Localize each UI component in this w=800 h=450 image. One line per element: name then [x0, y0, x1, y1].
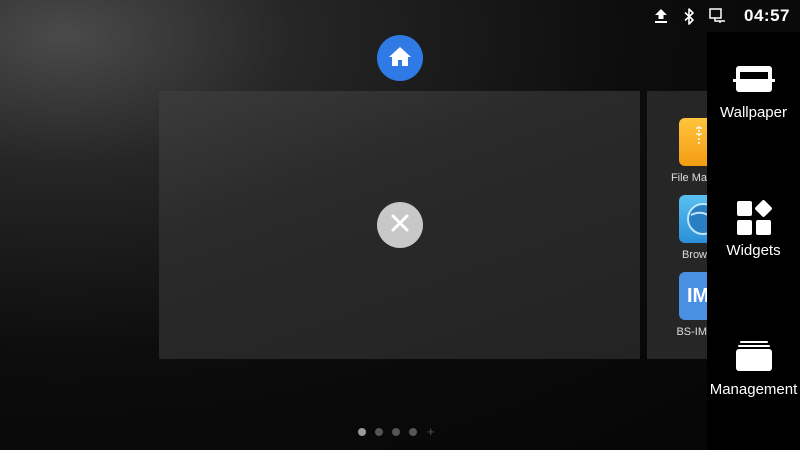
bs-im-icon: IM: [679, 272, 707, 320]
edit-menu-panel: Wallpaper Widgets Management: [707, 32, 800, 450]
page-dot[interactable]: [375, 428, 383, 436]
add-page-icon[interactable]: +: [427, 425, 435, 438]
remove-page-button[interactable]: [377, 202, 423, 248]
bluetooth-icon: [680, 7, 698, 25]
wallpaper-icon: [732, 60, 776, 98]
file-manager-icon: [679, 118, 707, 166]
next-page-preview[interactable]: File Ma Brow IM BS-IM: [647, 91, 707, 359]
upload-icon: [652, 7, 670, 25]
home-page-preview[interactable]: [159, 91, 640, 359]
page-dot[interactable]: [392, 428, 400, 436]
home-page-button[interactable]: [377, 35, 423, 81]
clock: 04:57: [744, 6, 790, 25]
home-icon: [388, 45, 412, 72]
status-bar: 04:57: [652, 0, 800, 32]
management-label: Management: [709, 381, 798, 398]
management-button[interactable]: Management: [707, 337, 800, 417]
page-dot[interactable]: [409, 428, 417, 436]
browser-icon: [679, 195, 707, 243]
page-indicator: +: [358, 425, 435, 438]
app-label: Brow: [681, 249, 707, 261]
app-label: File Ma: [670, 172, 707, 184]
wallpaper-label: Wallpaper: [720, 104, 787, 121]
ethernet-icon: [708, 7, 726, 25]
page-dot-active[interactable]: [358, 428, 366, 436]
widgets-label: Widgets: [726, 242, 781, 259]
management-icon: [732, 337, 776, 375]
widgets-icon: [732, 198, 776, 236]
widgets-button[interactable]: Widgets: [707, 198, 800, 278]
app-label: BS-IM: [676, 326, 707, 338]
close-icon: [389, 212, 411, 239]
wallpaper-button[interactable]: Wallpaper: [707, 60, 800, 140]
